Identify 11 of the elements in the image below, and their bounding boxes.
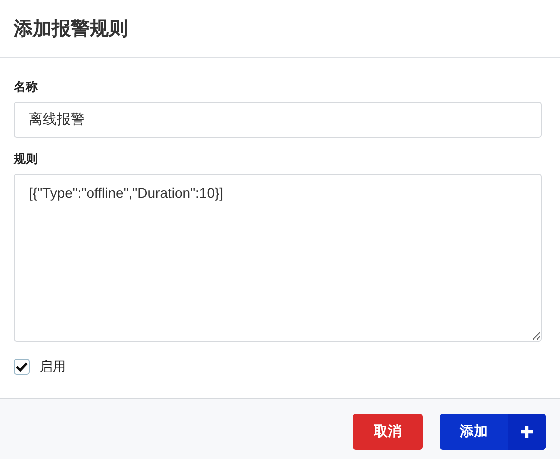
add-button[interactable]: 添加	[440, 414, 546, 450]
checkmark-icon	[16, 362, 28, 372]
cancel-button[interactable]: 取消	[353, 414, 423, 450]
name-input[interactable]: 离线报警	[14, 102, 542, 138]
field-label: 名称	[14, 80, 39, 94]
checkbox-label: 启用	[40, 359, 66, 376]
checkbox[interactable]	[14, 359, 30, 375]
plus-icon	[521, 426, 533, 438]
rule-text-area[interactable]: [{"Type":"offline","Duration":10}]	[14, 174, 542, 342]
dialog-title: 添加报警规则	[14, 16, 128, 42]
field-label: 规则	[14, 152, 39, 166]
